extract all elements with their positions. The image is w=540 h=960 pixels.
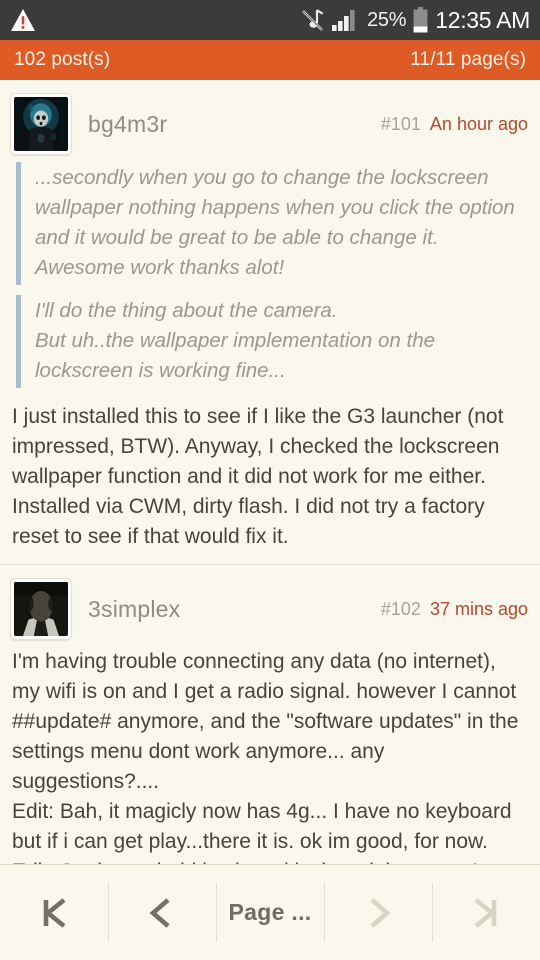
last-page-button: [432, 865, 540, 960]
post-meta: #101 An hour ago: [381, 114, 530, 135]
post-item[interactable]: 3simplex #102 37 mins ago I'm having tro…: [0, 564, 540, 864]
post-body: I'm having trouble connecting any data (…: [12, 650, 519, 864]
avatar-image: [14, 582, 68, 636]
battery-icon: [413, 7, 428, 33]
post-header: bg4m3r #101 An hour ago: [10, 92, 530, 156]
post-header: 3simplex #102 37 mins ago: [10, 577, 530, 641]
status-bar-indicators: 25% 12:35 AM: [299, 7, 530, 34]
sound-muted-icon: [299, 7, 325, 33]
first-page-button[interactable]: [0, 865, 108, 960]
status-bar-clock: 12:35 AM: [435, 6, 530, 33]
battery-percent-label: 25%: [367, 8, 407, 31]
warning-triangle-icon: [10, 8, 36, 32]
previous-page-button[interactable]: [108, 865, 216, 960]
post-username[interactable]: bg4m3r: [88, 111, 167, 138]
avatar-image: [14, 97, 68, 151]
post-quote: ...secondly when you go to change the lo…: [16, 162, 530, 285]
post-number: #102: [380, 598, 421, 619]
post-body: I just installed this to see if I like t…: [12, 405, 504, 548]
post-item[interactable]: bg4m3r #101 An hour ago ...secondly when…: [0, 80, 540, 564]
thread-info-bar: 102 post(s) 11/11 page(s): [0, 40, 540, 80]
last-page-icon: [465, 892, 507, 934]
post-quote: I'll do the thing about the camera. But …: [16, 295, 530, 388]
first-page-icon: [33, 892, 75, 934]
post-list[interactable]: bg4m3r #101 An hour ago ...secondly when…: [0, 80, 540, 864]
status-bar-notifications: [10, 8, 36, 32]
avatar-3simplex[interactable]: [10, 578, 72, 640]
next-page-button: [324, 865, 432, 960]
post-number: #101: [380, 113, 421, 134]
post-timestamp: An hour ago: [429, 113, 528, 134]
next-page-icon: [357, 892, 399, 934]
status-bar: 25% 12:35 AM: [0, 0, 540, 40]
post-timestamp: 37 mins ago: [429, 598, 528, 619]
post-username[interactable]: 3simplex: [88, 596, 180, 623]
cellular-signal-icon: [332, 9, 360, 31]
post-meta: #102 37 mins ago: [381, 599, 530, 620]
page-count-label[interactable]: 11/11 page(s): [410, 49, 526, 71]
avatar-bg4m3r[interactable]: [10, 93, 72, 155]
page-label: Page ...: [228, 899, 312, 925]
pagination-bar: Page ...: [0, 864, 540, 960]
post-count-label: 102 post(s): [14, 49, 111, 70]
page-selector-button[interactable]: Page ...: [216, 865, 324, 960]
previous-page-icon: [141, 892, 183, 934]
